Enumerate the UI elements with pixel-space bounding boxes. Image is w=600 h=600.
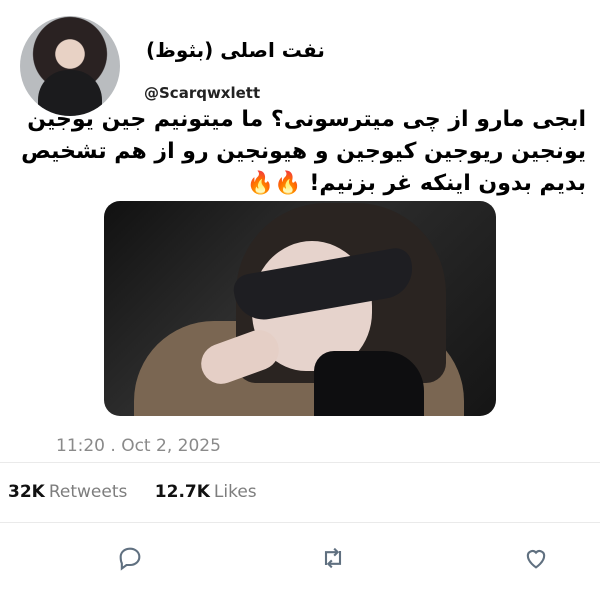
reply-button[interactable]: [112, 540, 148, 576]
likes-label[interactable]: Likes: [214, 482, 257, 502]
like-button[interactable]: [518, 540, 554, 576]
display-name[interactable]: نفت اصلی (بثوظ): [146, 38, 325, 62]
retweet-icon: [324, 547, 342, 569]
tweet-actions: [0, 540, 600, 580]
retweets-count[interactable]: 32K: [8, 482, 45, 502]
divider: [0, 462, 600, 463]
tweet-header: نفت اصلی (بثوظ) @Scarqwxlett: [20, 16, 580, 116]
tweet-text: ابجی مارو از چی میترسونی؟ ما میتونیم جین…: [21, 107, 586, 196]
tweet-timestamp: 11:20 . Oct 2, 2025: [56, 436, 221, 456]
likes-count[interactable]: 12.7K: [155, 482, 210, 502]
retweet-button[interactable]: [315, 540, 351, 576]
divider: [0, 522, 600, 523]
tweet-stats: 32K Retweets 12.7K Likes: [8, 482, 279, 502]
reply-icon: [119, 547, 141, 571]
avatar[interactable]: [20, 16, 120, 116]
tweet-photo[interactable]: [104, 201, 496, 416]
retweets-label[interactable]: Retweets: [49, 482, 128, 502]
photo-jacket: [314, 351, 424, 416]
like-icon: [526, 550, 546, 569]
user-handle[interactable]: @Scarqwxlett: [144, 84, 260, 102]
